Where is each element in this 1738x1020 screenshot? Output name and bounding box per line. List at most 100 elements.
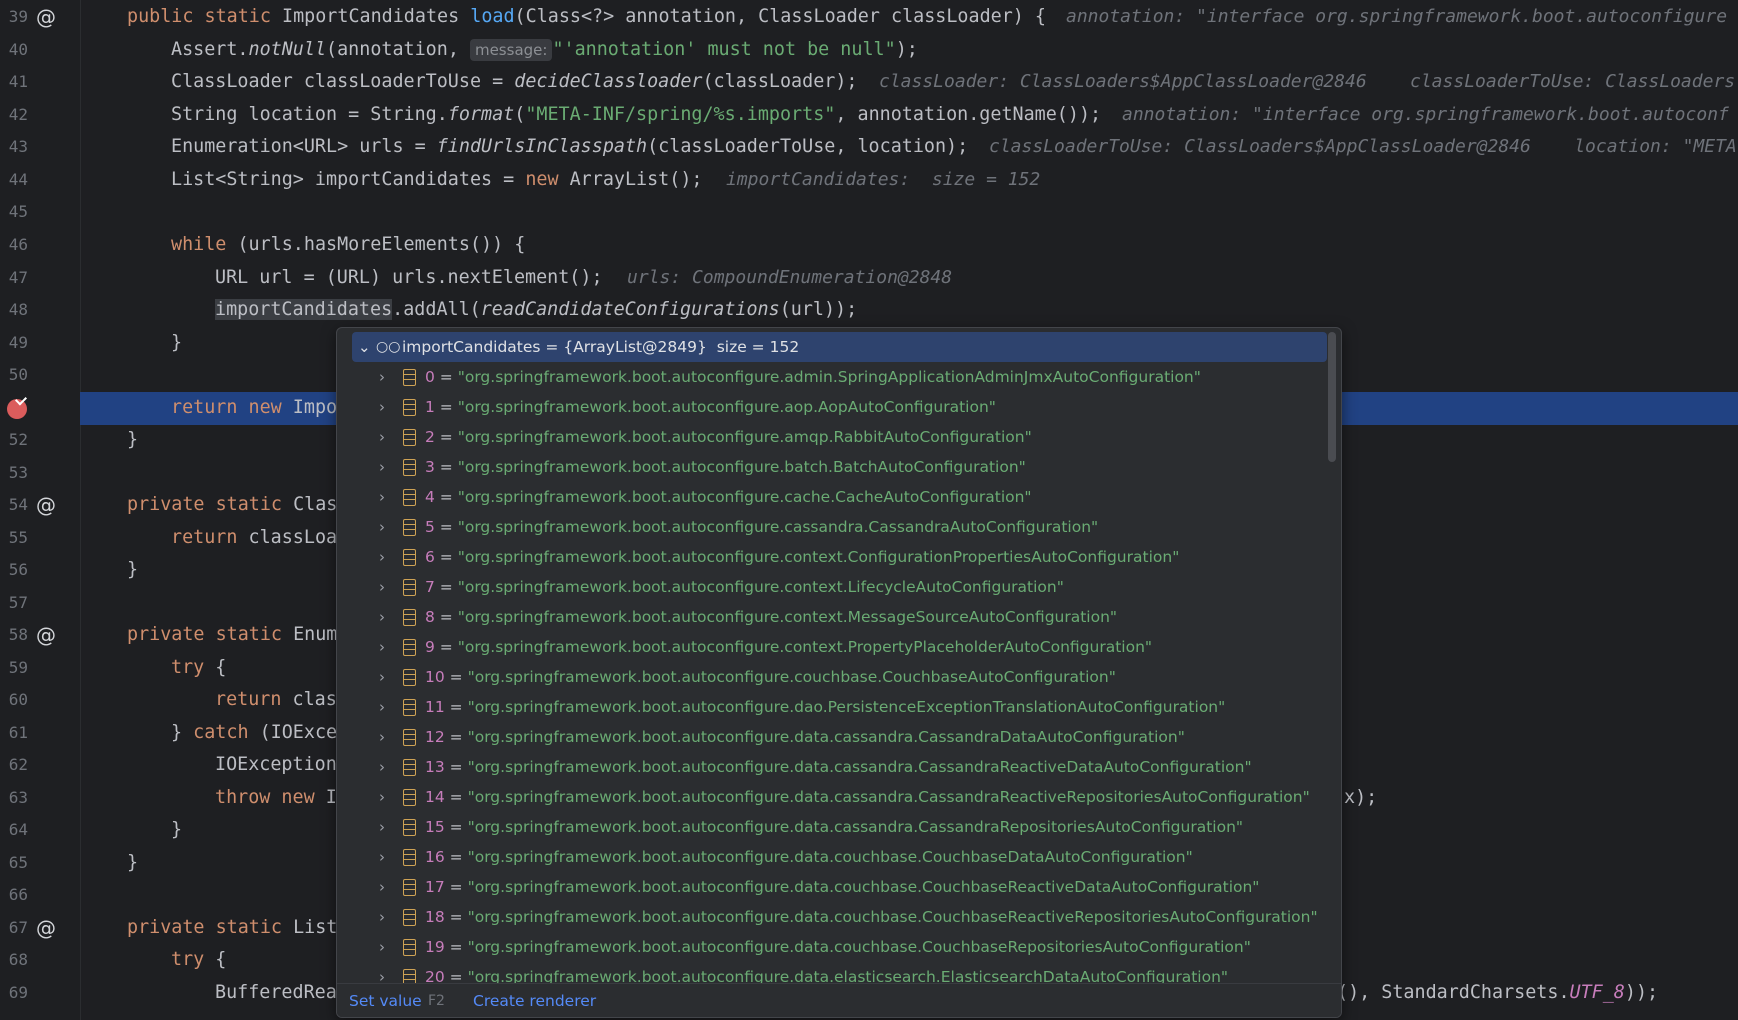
line-number: 56 (8, 560, 28, 579)
line-number: 63 (8, 788, 28, 807)
glasses-icon: ○○ (376, 339, 401, 355)
list-item[interactable]: › 2 = "org.springframework.boot.autoconfi… (337, 422, 1327, 452)
item-index: 6 (425, 548, 435, 566)
code-line: 44 List<String> importCandidates = new A… (0, 164, 1738, 197)
list-item[interactable]: › 15 = "org.springframework.boot.autoconf… (337, 812, 1327, 842)
chevron-right-icon[interactable]: › (379, 452, 385, 482)
chevron-right-icon[interactable]: › (379, 782, 385, 812)
chevron-right-icon[interactable]: › (379, 932, 385, 962)
chevron-right-icon[interactable]: › (379, 482, 385, 512)
list-item[interactable]: › 16 = "org.springframework.boot.autoconf… (337, 842, 1327, 872)
variable-root-node[interactable]: ⌄ ○○ importCandidates = {ArrayList@2849}… (352, 332, 1327, 362)
list-item[interactable]: › 8 = "org.springframework.boot.autoconfi… (337, 602, 1327, 632)
item-value: "org.springframework.boot.autoconfigure.… (457, 458, 1026, 476)
chevron-right-icon[interactable]: › (379, 422, 385, 452)
item-value: "org.springframework.boot.autoconfigure.… (457, 518, 1099, 536)
item-index: 19 (425, 938, 445, 956)
array-element-icon (403, 789, 416, 806)
list-item[interactable]: › 12 = "org.springframework.boot.autoconf… (337, 722, 1327, 752)
chevron-right-icon[interactable]: › (379, 692, 385, 722)
line-number: 61 (8, 723, 28, 742)
inline-debug-value: annotation: "interface org.springframewo… (1122, 104, 1729, 125)
chevron-right-icon[interactable]: › (379, 632, 385, 662)
line-number: 53 (8, 463, 28, 482)
code-line: 47 URL url = (URL) urls.nextElement(); u… (0, 262, 1738, 295)
item-value: "org.springframework.boot.autoconfigure.… (467, 968, 1229, 983)
list-item[interactable]: › 10 = "org.springframework.boot.autoconf… (337, 662, 1327, 692)
item-index: 20 (425, 968, 445, 983)
implementation-marker-icon[interactable]: @ (36, 5, 60, 29)
implementation-marker-icon[interactable]: @ (36, 623, 60, 647)
item-index: 10 (425, 668, 445, 686)
array-element-icon (403, 969, 416, 983)
item-index: 2 (425, 428, 435, 446)
list-item[interactable]: › 17 = "org.springframework.boot.autoconf… (337, 872, 1327, 902)
line-number: 60 (8, 690, 28, 709)
item-value: "org.springframework.boot.autoconfigure.… (467, 788, 1310, 806)
chevron-right-icon[interactable]: › (379, 602, 385, 632)
line-number: 59 (8, 658, 28, 677)
chevron-right-icon[interactable]: › (379, 752, 385, 782)
code-line: 39 @ public static ImportCandidates load… (0, 1, 1738, 34)
chevron-right-icon[interactable]: › (379, 962, 385, 983)
item-index: 5 (425, 518, 435, 536)
array-element-icon (403, 939, 416, 956)
list-item[interactable]: › 13 = "org.springframework.boot.autoconf… (337, 752, 1327, 782)
array-element-icon (403, 759, 416, 776)
list-item[interactable]: › 0 = "org.springframework.boot.autoconfi… (337, 362, 1327, 392)
chevron-right-icon[interactable]: › (379, 512, 385, 542)
chevron-right-icon[interactable]: › (379, 542, 385, 572)
chevron-right-icon[interactable]: › (379, 872, 385, 902)
chevron-right-icon[interactable]: › (379, 812, 385, 842)
line-number: 48 (8, 300, 28, 319)
item-value: "org.springframework.boot.autoconfigure.… (467, 878, 1260, 896)
item-index: 3 (425, 458, 435, 476)
line-number: 41 (8, 72, 28, 91)
line-number: 67 (8, 918, 28, 937)
implementation-marker-icon[interactable]: @ (36, 493, 60, 517)
array-element-icon (403, 729, 416, 746)
inline-debug-value: classLoaderToUse: ClassLoaders$AppClassL… (989, 136, 1737, 157)
array-element-icon (403, 669, 416, 686)
breakpoint-icon[interactable] (7, 399, 27, 419)
chevron-right-icon[interactable]: › (379, 902, 385, 932)
chevron-right-icon[interactable]: › (379, 662, 385, 692)
line-number: 64 (8, 820, 28, 839)
debug-value-popup[interactable]: ⌄ ○○ importCandidates = {ArrayList@2849}… (336, 327, 1342, 1018)
chevron-right-icon[interactable]: › (379, 362, 385, 392)
line-number: 39 (8, 7, 28, 26)
list-item[interactable]: › 20 = "org.springframework.boot.autoconf… (337, 962, 1327, 983)
chevron-right-icon[interactable]: › (379, 842, 385, 872)
array-element-icon (403, 549, 416, 566)
list-item[interactable]: › 1 = "org.springframework.boot.autoconfi… (337, 392, 1327, 422)
create-renderer-link[interactable]: Create renderer (473, 984, 596, 1017)
scrollbar-thumb[interactable] (1328, 332, 1336, 462)
line-number: 54 (8, 495, 28, 514)
list-item[interactable]: › 4 = "org.springframework.boot.autoconfi… (337, 482, 1327, 512)
array-element-icon (403, 489, 416, 506)
chevron-right-icon[interactable]: › (379, 392, 385, 422)
list-item[interactable]: › 3 = "org.springframework.boot.autoconfi… (337, 452, 1327, 482)
chevron-right-icon[interactable]: › (379, 572, 385, 602)
item-value: "org.springframework.boot.autoconfigure.… (467, 668, 1116, 686)
popup-scrollbar[interactable] (1328, 332, 1336, 982)
list-item[interactable]: › 9 = "org.springframework.boot.autoconfi… (337, 632, 1327, 662)
array-element-icon (403, 369, 416, 386)
item-value: "org.springframework.boot.autoconfigure.… (457, 578, 1064, 596)
line-number: 69 (8, 983, 28, 1002)
list-item[interactable]: › 5 = "org.springframework.boot.autoconfi… (337, 512, 1327, 542)
implementation-marker-icon[interactable]: @ (36, 916, 60, 940)
list-item[interactable]: › 14 = "org.springframework.boot.autoconf… (337, 782, 1327, 812)
list-item[interactable]: › 18 = "org.springframework.boot.autoconf… (337, 902, 1327, 932)
item-value: "org.springframework.boot.autoconfigure.… (467, 938, 1251, 956)
code-line: 40 Assert.notNull(annotation, message: "'… (0, 34, 1738, 67)
set-value-link[interactable]: Set value (349, 984, 422, 1017)
list-item[interactable]: › 7 = "org.springframework.boot.autoconfi… (337, 572, 1327, 602)
line-number: 50 (8, 365, 28, 384)
list-item[interactable]: › 19 = "org.springframework.boot.autoconf… (337, 932, 1327, 962)
chevron-right-icon[interactable]: › (379, 722, 385, 752)
variable-children-list[interactable]: › 0 = "org.springframework.boot.autoconfi… (337, 362, 1327, 983)
list-item[interactable]: › 11 = "org.springframework.boot.autoconf… (337, 692, 1327, 722)
list-item[interactable]: › 6 = "org.springframework.boot.autoconfi… (337, 542, 1327, 572)
chevron-down-icon[interactable]: ⌄ (358, 332, 371, 362)
